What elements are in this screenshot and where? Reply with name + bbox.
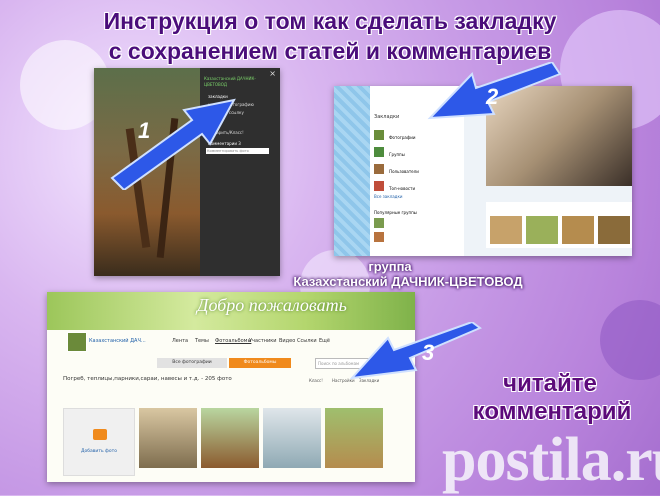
sidebar-item-news[interactable]: Топ-новости [374, 175, 415, 194]
page-left-pattern [334, 86, 370, 256]
instruction-title-line2: с сохранением статей и комментариев [108, 38, 552, 64]
caption-line2: Казахстанский ДАЧНИК-ЦВЕТОВОД [293, 274, 523, 289]
thumb-icon [374, 180, 384, 191]
nav-albums[interactable]: Фотоальбомы [215, 338, 251, 344]
group-name-link[interactable]: Казахстанский ДАЧ... [89, 338, 146, 344]
arrow-1-label: 1 [138, 118, 150, 143]
read-text-line1: читайте [503, 370, 597, 397]
arrow-1-icon: 1 [110, 98, 236, 190]
tab-albums[interactable]: Фотоальбомы [229, 358, 291, 368]
nav-topics[interactable]: Темы [195, 338, 209, 344]
arrow-3-icon: 3 [349, 322, 482, 380]
tab-all-photos[interactable]: Все фотографии [157, 358, 227, 368]
popular-groups-title: Популярные группы [374, 210, 417, 215]
sidebar-item-label: Группы [389, 152, 405, 157]
caption-line1: группа [368, 259, 412, 274]
album-thumb[interactable] [201, 408, 259, 468]
album-thumb[interactable] [325, 408, 383, 468]
group-avatar[interactable] [67, 332, 87, 352]
thumb-icon [374, 163, 384, 174]
group-thumb[interactable] [374, 232, 384, 242]
watermark: postila.ru [442, 426, 660, 494]
feed-thumb[interactable] [526, 216, 558, 244]
sidebar-item-label: Фотографии [389, 135, 416, 140]
sidebar-title: Закладки [374, 114, 400, 120]
album-thumb[interactable] [263, 408, 321, 468]
close-icon[interactable]: × [269, 69, 276, 78]
arrow-3-label: 3 [422, 340, 434, 365]
nav-members[interactable]: Участники [249, 338, 277, 344]
group-thumb[interactable] [374, 218, 384, 228]
thumb-icon [374, 146, 384, 157]
instruction-title-line1: Инструкция о том как сделать закладку [103, 8, 557, 34]
nav-more[interactable]: Ещё [319, 338, 330, 344]
feed-photo-strip[interactable] [486, 202, 632, 248]
nav-links[interactable]: Ссылки [297, 338, 317, 344]
sidebar-item-label: Топ-новости [389, 186, 416, 191]
read-text-line2: комментарий [472, 398, 632, 425]
feed-thumb[interactable] [562, 216, 594, 244]
nav-feed[interactable]: Лента [172, 338, 188, 344]
album-like-action[interactable]: Класс! [309, 378, 323, 383]
add-photo-label: Добавить фото [80, 449, 118, 454]
sidebar-item-label: Пользователи [389, 169, 419, 174]
screenshot-photo-albums: Добро пожаловать Казахстанский ДАЧ... Ле… [47, 292, 415, 482]
feed-thumb[interactable] [490, 216, 522, 244]
all-bookmarks-link[interactable]: Все закладки [374, 194, 402, 199]
nav-video[interactable]: Видео [279, 338, 295, 344]
feed-thumb[interactable] [598, 216, 630, 244]
arrow-2-label: 2 [485, 84, 499, 109]
thumb-icon [374, 129, 384, 140]
album-thumb[interactable] [139, 408, 197, 468]
banner-title: Добро пожаловать [197, 295, 347, 315]
album-title: Погреб, теплицы,парники,сараи, навесы и … [63, 376, 232, 382]
camera-icon [93, 429, 107, 440]
add-photo-tile[interactable]: Добавить фото [63, 408, 135, 476]
arrow-2-icon: 2 [427, 62, 562, 120]
bokeh-dark [600, 300, 660, 380]
